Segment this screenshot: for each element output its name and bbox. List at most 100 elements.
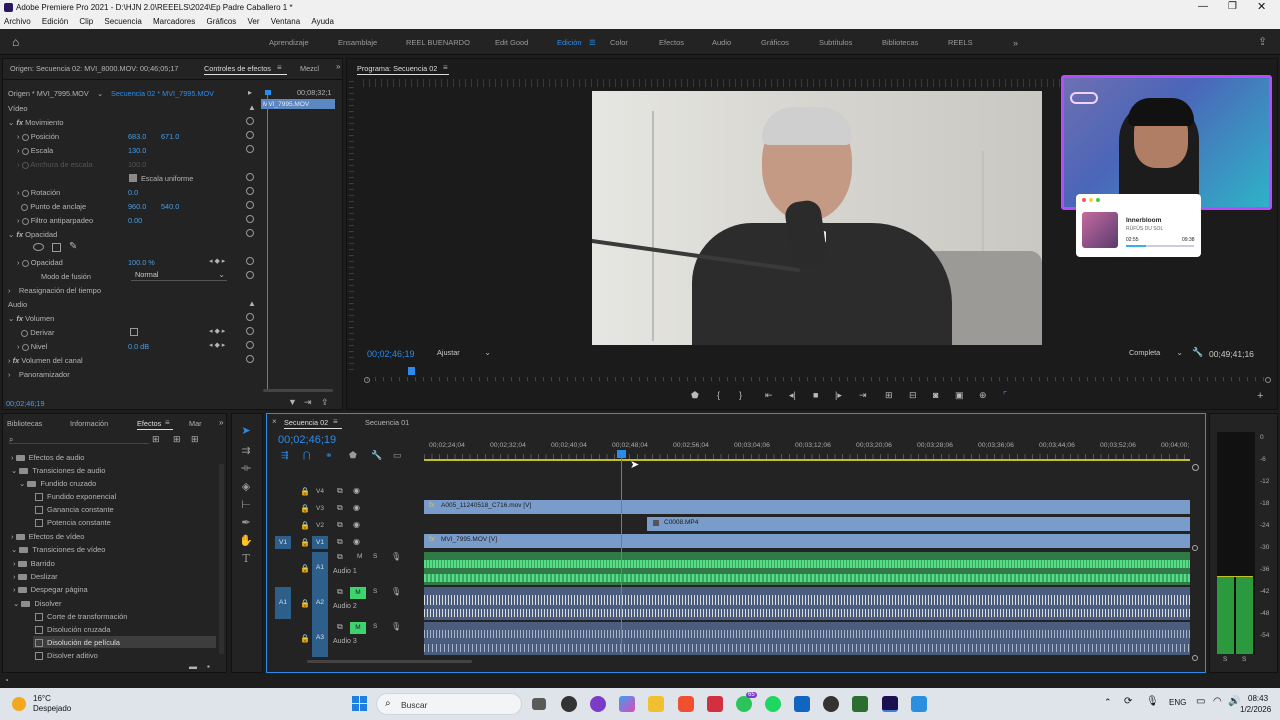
vr-toggle-icon[interactable]: ⌜ [1003, 390, 1007, 401]
32bit-effects-icon[interactable]: ⊞ [173, 434, 181, 445]
tray-chevron-icon[interactable]: ⌃ [1104, 697, 1112, 708]
lock-icon[interactable]: 🔒 [300, 538, 310, 547]
slip-tool-icon[interactable]: ⊢ [238, 498, 254, 512]
tree-efectos-audio[interactable]: › Efectos de audio [11, 453, 84, 462]
tree-transiciones-video[interactable]: ⌄ Transiciones de vídeo [11, 545, 105, 554]
solo-button[interactable]: S [373, 588, 377, 595]
bypass-checkbox[interactable] [130, 328, 138, 336]
solo-left-button[interactable]: S [1223, 656, 1227, 663]
tree-potencia-constante[interactable]: Potencia constante [35, 518, 111, 528]
mini-timeline-clip[interactable]: MVI_7995.MOV [261, 99, 335, 109]
program-timecode[interactable]: 00;02;46;19 [367, 349, 415, 359]
workspace-ensamblaje[interactable]: Ensamblaje [338, 38, 377, 47]
weather-desc[interactable]: Despejado [33, 704, 71, 713]
time-remap-effect[interactable]: › Reasignación del tiempo [8, 286, 101, 300]
video-frame[interactable] [592, 91, 1042, 345]
sync-lock-icon[interactable]: ⧉ [337, 537, 343, 547]
close-sequence-icon[interactable]: × [272, 417, 277, 426]
eye-icon[interactable]: ◉ [353, 486, 360, 495]
reset-scale-icon[interactable] [246, 145, 254, 153]
menu-ayuda[interactable]: Ayuda [311, 17, 334, 26]
program-tab[interactable]: Programa: Secuencia 02 [357, 64, 437, 73]
sync-lock-icon[interactable]: ⧉ [337, 503, 343, 513]
add-marker-icon[interactable]: ⬟ [691, 390, 699, 401]
menu-edicion[interactable]: Edición [42, 17, 68, 26]
menu-ventana[interactable]: Ventana [271, 17, 300, 26]
lock-icon[interactable]: 🔒 [300, 521, 310, 530]
workspace-menu-icon[interactable]: ☰ [589, 38, 596, 47]
position-x-value[interactable]: 683.0 [128, 132, 146, 141]
anchor-y-value[interactable]: 540.0 [161, 202, 179, 211]
tree-deslizar[interactable]: › Deslizar [13, 572, 58, 581]
tree-barrido[interactable]: › Barrido [13, 559, 55, 568]
app-icon-purple[interactable] [590, 696, 606, 712]
ellipse-mask-icon[interactable] [33, 243, 44, 251]
source-patch-a1[interactable]: A1 [275, 587, 291, 619]
work-area-bar[interactable] [424, 459, 1190, 461]
reset-antiflicker-icon[interactable] [246, 215, 254, 223]
menu-ver[interactable]: Ver [248, 17, 260, 26]
step-forward-icon[interactable]: |▸ [835, 390, 842, 401]
level-keyframe-nav[interactable]: ◂ ◆ ▸ [209, 341, 225, 349]
track-select-tool-icon[interactable]: ⇉ [238, 444, 254, 458]
reset-bypass-icon[interactable] [246, 327, 254, 335]
delete-icon[interactable]: ▪ [207, 662, 210, 671]
export-frame-icon[interactable]: ⇪ [321, 397, 329, 408]
uniform-scale-checkbox[interactable] [129, 174, 137, 182]
tree-despegar-pagina[interactable]: › Despegar página [13, 585, 88, 594]
extract-icon[interactable]: ⊟ [909, 390, 917, 401]
pen-tool-icon[interactable]: ✒ [238, 516, 254, 530]
program-scrub-bar[interactable] [367, 377, 1267, 381]
sync-lock-icon[interactable]: ⧉ [337, 587, 343, 597]
mic-icon[interactable]: 🎙 [391, 552, 401, 561]
tab-secuencia-02[interactable]: Secuencia 02 [284, 418, 328, 427]
go-to-out-icon[interactable]: ⇥ [859, 390, 867, 401]
video-collapse-icon[interactable]: ▲ [248, 103, 256, 112]
tab-marcadores[interactable]: Mar [189, 419, 202, 428]
rotation-stopwatch-icon[interactable] [21, 189, 29, 197]
accelerated-effects-icon[interactable]: ⊞ [152, 434, 160, 445]
expand-panels-icon[interactable]: » [336, 62, 340, 71]
reset-volume-icon[interactable] [246, 313, 254, 321]
eye-icon[interactable]: ◉ [353, 537, 360, 546]
tree-efectos-video[interactable]: › Efectos de vídeo [11, 532, 84, 541]
tree-fundido-cruzado[interactable]: ⌄ Fundido cruzado [19, 479, 96, 488]
lock-icon[interactable]: 🔒 [300, 504, 310, 513]
workspace-edit-good[interactable]: Edit Good [495, 38, 528, 47]
menu-marcadores[interactable]: Marcadores [153, 17, 195, 26]
close-button[interactable]: ✕ [1257, 0, 1266, 13]
workspace-edicion[interactable]: Edición [557, 38, 582, 47]
safe-margins-icon[interactable]: ⊕ [979, 390, 987, 401]
tab-mixer[interactable]: Mezcl [300, 64, 319, 73]
blend-mode-select[interactable]: Normal ⌄ [131, 270, 227, 281]
obs-icon[interactable] [823, 696, 839, 712]
outlook-icon[interactable] [794, 696, 810, 712]
antiflicker-stopwatch-icon[interactable] [21, 217, 29, 225]
level-value[interactable]: 0.0 dB [128, 342, 149, 351]
clip-v2[interactable]: C0008.MP4 [647, 517, 1190, 531]
spotify-icon[interactable] [765, 696, 781, 712]
home-icon[interactable]: ⌂ [12, 35, 19, 49]
panel-menu-icon[interactable]: ≡ [277, 63, 282, 72]
opacity-stopwatch-icon[interactable] [21, 259, 29, 267]
hand-tool-icon[interactable]: ✋ [238, 534, 254, 548]
audio-collapse-icon[interactable]: ▲ [248, 299, 256, 308]
reset-opacity-value-icon[interactable] [246, 257, 254, 265]
timeline-playhead-head[interactable] [617, 450, 626, 458]
level-stopwatch-icon[interactable] [21, 343, 29, 351]
button-editor-icon[interactable]: + [1257, 390, 1263, 402]
audio-clip-a3[interactable] [424, 622, 1190, 655]
go-to-in-icon[interactable]: ⇤ [765, 390, 773, 401]
opacity-value[interactable]: 100.0 % [128, 258, 155, 267]
language-indicator[interactable]: ENG [1169, 698, 1186, 707]
effects-menu-icon[interactable]: ≡ [165, 418, 170, 427]
mute-button-active[interactable]: M [350, 587, 366, 599]
premiere-taskbar-icon[interactable] [882, 696, 898, 712]
source-patch-v1[interactable]: V1 [275, 536, 291, 549]
file-explorer-icon[interactable] [648, 696, 664, 712]
sequence-menu-icon[interactable]: ≡ [333, 417, 338, 426]
reset-position-icon[interactable] [246, 131, 254, 139]
eye-icon[interactable]: ◉ [353, 520, 360, 529]
quality-select[interactable]: Completa ⌄ [1129, 348, 1183, 359]
opacity-keyframe-nav[interactable]: ◂ ◆ ▸ [209, 257, 225, 265]
